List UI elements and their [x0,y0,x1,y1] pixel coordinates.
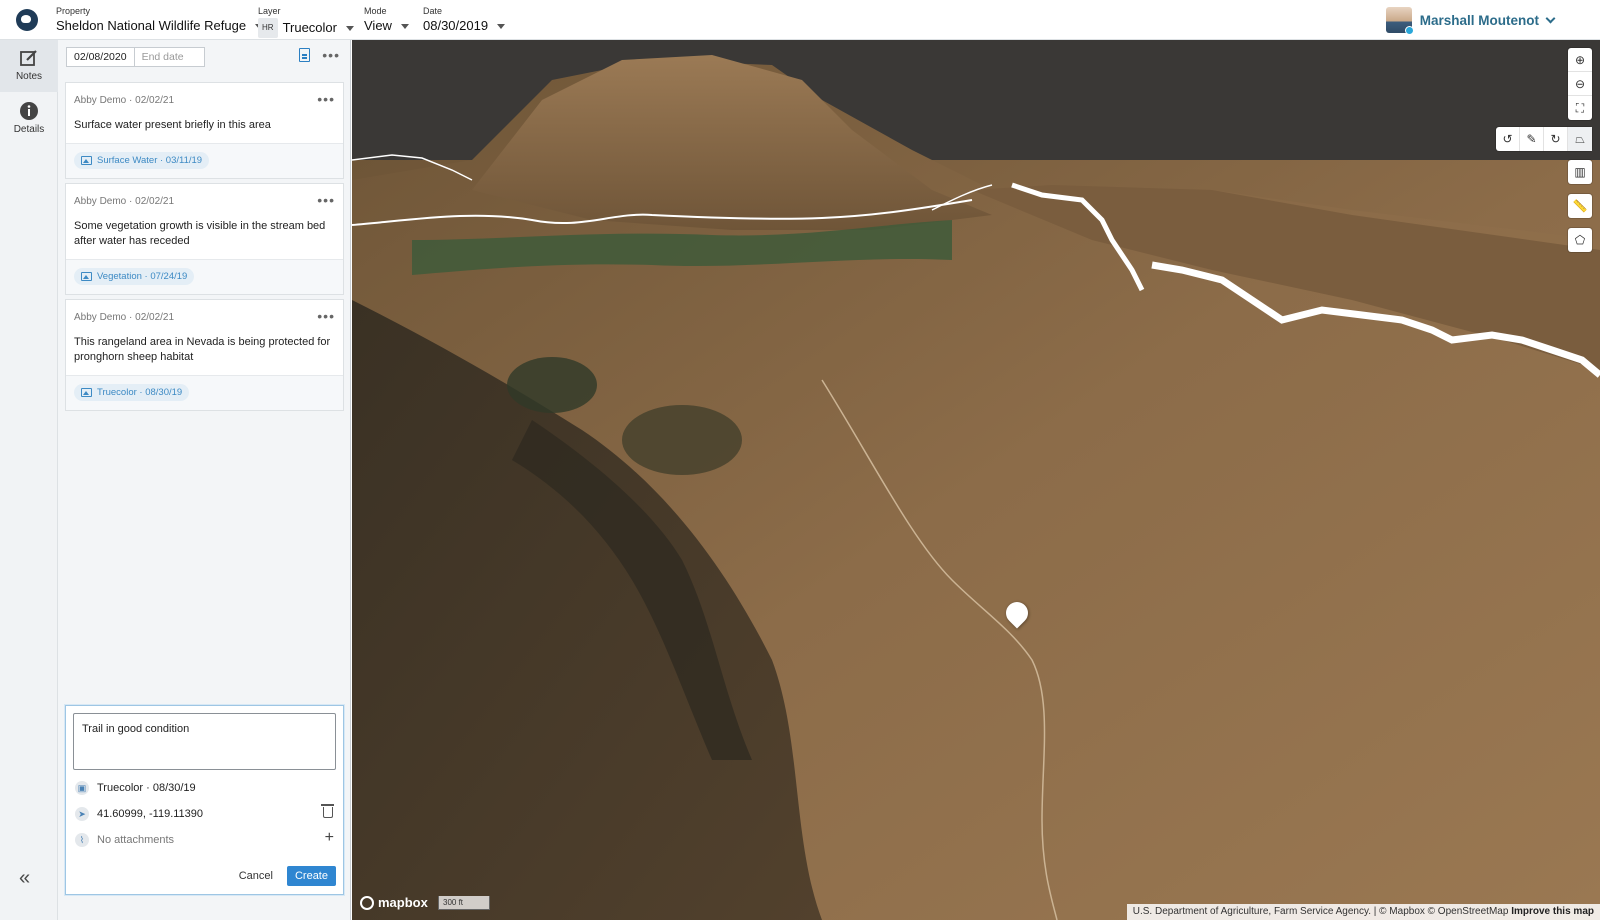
collapse-panel-icon[interactable]: « [19,867,30,890]
note-card[interactable]: Abby Demo · 02/02/21 ••• This rangeland a… [65,299,344,411]
app-logo-icon[interactable] [16,9,38,31]
rotation-controls: ↺ ✎ ↻ ⏢ [1496,127,1592,151]
property-selector[interactable]: Property Sheldon National Wildlife Refug… [56,6,264,34]
note-author-date: Abby Demo · 02/02/21 [74,196,175,207]
note-text-input[interactable] [73,713,336,770]
add-attachment-icon[interactable]: + [325,829,334,847]
fit-bounds-icon[interactable]: ⛶ [1568,96,1592,120]
rail-label-notes: Notes [15,71,43,82]
image-icon: ▣ [75,781,89,795]
attribution-text: U.S. Department of Agriculture, Farm Ser… [1132,906,1509,917]
improve-map-link[interactable]: Improve this map [1511,906,1594,917]
panel-actions: ••• [299,48,340,62]
composer-coords: 41.60999, -119.11390 [97,808,204,820]
date-selector[interactable]: Date 08/30/2019 [423,6,506,34]
date-value: 08/30/2019 [423,18,489,33]
top-bar: Property Sheldon National Wildlife Refug… [0,0,1600,40]
more-options-icon[interactable]: ••• [317,92,335,106]
composer-attachments: No attachments [97,834,175,846]
more-options-icon[interactable]: ••• [317,309,335,323]
note-text: This rangeland area in Nevada is being p… [74,336,331,363]
mapbox-logo[interactable]: mapbox [360,895,428,910]
rail-item-notes[interactable]: Notes [0,40,58,92]
paperclip-icon: ⌇ [75,833,89,847]
ruler-icon[interactable]: 📏 [1568,194,1592,218]
info-icon [20,102,38,120]
property-value: Sheldon National Wildlife Refuge [56,18,247,33]
layer-tag[interactable]: Truecolor · 08/30/19 [74,384,190,401]
user-menu[interactable]: Marshall Moutenot [1385,7,1556,35]
composer-actions: Cancel Create [239,866,336,886]
user-name: Marshall Moutenot [1419,12,1539,28]
layer-tag-label: Vegetation · 07/24/19 [97,271,188,282]
cancel-button[interactable]: Cancel [239,870,273,882]
mapbox-logo-text: mapbox [378,895,428,910]
end-date-input[interactable]: End date [134,47,205,67]
left-rail: Notes Details « [0,40,58,920]
rail-label-details: Details [13,124,45,135]
compass-icon[interactable]: ✎ [1520,127,1544,151]
note-author-date: Abby Demo · 02/02/21 [74,312,175,323]
mapbox-logo-icon [360,895,374,910]
image-icon [81,388,92,397]
image-icon [81,156,92,165]
note-author-date: Abby Demo · 02/02/21 [74,95,175,106]
more-options-icon[interactable]: ••• [322,48,340,62]
rail-item-details[interactable]: Details [0,93,58,145]
date-label: Date [423,6,443,16]
avatar [1385,7,1414,35]
caret-down-icon [497,23,506,29]
create-button[interactable]: Create [286,866,336,886]
layer-selector[interactable]: Layer HR Truecolor [258,6,354,38]
note-card[interactable]: Abby Demo · 02/02/21 ••• Surface water pr… [65,82,344,179]
note-composer: ▣ Truecolor · 08/30/19 ➤ 41.60999, -119.… [65,705,344,895]
rotate-left-icon[interactable]: ↺ [1496,127,1520,151]
image-icon [81,272,92,281]
start-date-input[interactable]: 02/08/2020 [66,47,135,67]
note-text: Surface water present briefly in this ar… [74,119,271,131]
terrain-image [352,40,1600,920]
mode-value: View [364,18,392,33]
tilt-3d-icon[interactable]: ⏢ [1568,127,1592,151]
more-options-icon[interactable]: ••• [317,193,335,207]
zoom-out-icon[interactable]: ⊖ [1568,72,1592,96]
composer-layer-row: ▣ Truecolor · 08/30/19 [75,779,337,797]
rotate-right-icon[interactable]: ↻ [1544,127,1568,151]
trash-icon[interactable] [321,804,334,818]
scale-bar: 300 ft [438,896,490,910]
date-range: 02/08/2020 End date [66,47,205,67]
note-text: Some vegetation growth is visible in the… [74,220,326,247]
zoom-controls: ⊕ ⊖ ⛶ [1568,48,1592,120]
property-label: Property [56,6,91,16]
mode-selector[interactable]: Mode View [364,6,409,34]
note-card[interactable]: Abby Demo · 02/02/21 ••• Some vegetation … [65,183,344,295]
chevron-down-icon [1545,13,1556,23]
location-arrow-icon: ➤ [75,807,89,821]
composer-layer: Truecolor · 08/30/19 [97,782,196,794]
hr-badge: HR [258,18,278,38]
map-attribution: U.S. Department of Agriculture, Farm Ser… [1126,904,1600,920]
zoom-in-icon[interactable]: ⊕ [1568,48,1592,72]
layer-tag[interactable]: Vegetation · 07/24/19 [74,268,195,285]
mode-label: Mode [364,6,387,16]
layer-value: Truecolor [282,20,337,35]
draw-polygon-icon[interactable]: ⬠ [1568,228,1592,252]
composer-location-row: ➤ 41.60999, -119.11390 [75,804,337,823]
composer-attachments-row: ⌇ No attachments + [75,829,337,849]
layer-tag-label: Surface Water · 03/11/19 [97,155,203,166]
caret-down-icon [400,23,409,29]
caret-down-icon [346,25,354,31]
layer-tag-label: Truecolor · 08/30/19 [97,387,183,398]
document-icon[interactable] [299,48,311,62]
map-layers-icon[interactable]: ▥ [1568,160,1592,184]
notes-panel: 02/08/2020 End date ••• Abby Demo · 02/0… [58,40,351,920]
layer-tag[interactable]: Surface Water · 03/11/19 [74,152,210,169]
map-view[interactable]: ⊕ ⊖ ⛶ ↺ ✎ ↻ ⏢ ▥ 📏 ⬠ mapbox 300 ft U.S. D… [352,40,1600,920]
edit-icon [20,50,37,66]
layer-label: Layer [258,6,281,16]
